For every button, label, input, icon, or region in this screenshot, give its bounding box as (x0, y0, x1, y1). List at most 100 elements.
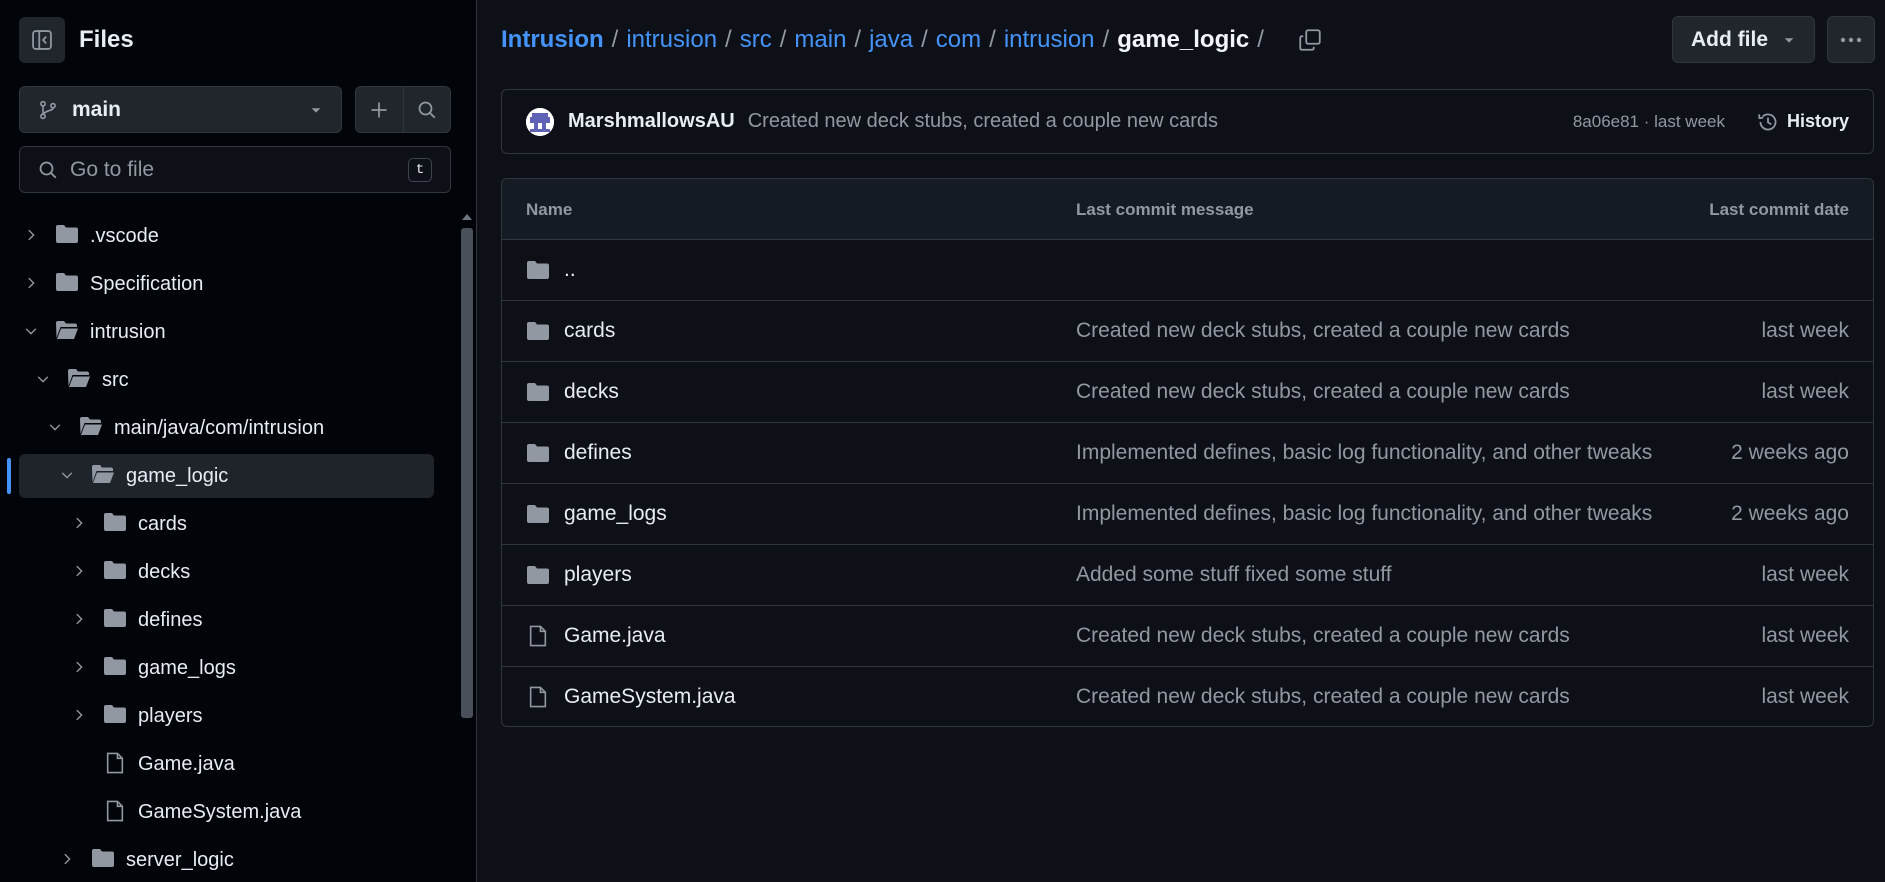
table-row[interactable]: GameSystem.java Created new deck stubs, c… (502, 667, 1873, 726)
column-header-date: Last commit date (1709, 200, 1849, 219)
folder-open-icon (91, 464, 115, 484)
tree-item-src[interactable]: src (19, 358, 434, 402)
sidebar-scrollbar-thumb[interactable] (461, 228, 473, 718)
folder-icon (526, 443, 550, 463)
tree-item-decks[interactable]: decks (19, 550, 434, 594)
tree-item-specification[interactable]: Specification (19, 262, 434, 306)
git-branch-icon (38, 100, 58, 120)
table-row[interactable]: game_logs Implemented defines, basic log … (502, 484, 1873, 545)
file-name-link[interactable]: players (564, 563, 632, 587)
tree-item-label: decks (138, 561, 191, 583)
chevron-down-icon[interactable] (60, 468, 74, 482)
breadcrumb-link[interactable]: com (936, 26, 981, 54)
tree-item-cards[interactable]: cards (19, 502, 434, 546)
commit-message[interactable]: Created new deck stubs, created a couple… (748, 110, 1573, 133)
tree-item-vscode[interactable]: .vscode (19, 214, 434, 258)
table-row[interactable]: players Added some stuff fixed some stuff… (502, 545, 1873, 606)
file-name-link[interactable]: game_logs (564, 502, 667, 526)
sidebar-toggle-button[interactable] (19, 17, 65, 63)
tree-item-players[interactable]: players (19, 694, 434, 738)
add-file-small-button[interactable] (356, 87, 403, 132)
commit-message-link[interactable]: Created new deck stubs, created a couple… (1076, 624, 1570, 648)
triangle-down-icon (1782, 33, 1796, 47)
commit-message-link[interactable]: Added some stuff fixed some stuff (1076, 563, 1392, 587)
chevron-right-icon[interactable] (72, 612, 86, 626)
chevron-right-icon[interactable] (60, 852, 74, 866)
chevron-right-icon[interactable] (72, 660, 86, 674)
chevron-right-icon[interactable] (72, 564, 86, 578)
tree-item-label: GameSystem.java (138, 801, 302, 823)
search-code-button[interactable] (402, 87, 450, 132)
commit-message-link[interactable]: Implemented defines, basic log functiona… (1076, 441, 1652, 465)
go-to-file-field[interactable]: t (19, 146, 451, 193)
table-row[interactable]: Game.java Created new deck stubs, created… (502, 606, 1873, 667)
breadcrumb-link[interactable]: src (740, 26, 772, 54)
file-tree-sidebar: Files main t .vscode Specification intrusi… (0, 0, 477, 882)
scroll-up-icon[interactable] (461, 212, 473, 222)
parent-directory-link[interactable]: .. (564, 258, 576, 282)
breadcrumb-link[interactable]: main (794, 26, 846, 54)
breadcrumb-separator: / (1102, 26, 1110, 53)
commit-date: last week (1761, 624, 1849, 647)
breadcrumb-link[interactable]: java (869, 26, 913, 54)
file-name-link[interactable]: decks (564, 380, 619, 404)
tree-item-game-java[interactable]: Game.java (19, 742, 434, 786)
folder-open-icon (67, 368, 91, 388)
parent-directory-row[interactable]: .. (502, 240, 1873, 301)
tree-item-label: server_logic (126, 849, 234, 871)
file-name-link[interactable]: Game.java (564, 624, 666, 648)
breadcrumb-separator: / (611, 26, 619, 53)
table-row[interactable]: cards Created new deck stubs, created a c… (502, 301, 1873, 362)
chevron-right-icon[interactable] (72, 516, 86, 530)
commit-message-link[interactable]: Implemented defines, basic log functiona… (1076, 502, 1652, 526)
folder-icon (526, 321, 550, 341)
folder-icon (103, 608, 127, 628)
add-file-button[interactable]: Add file (1672, 16, 1815, 63)
table-row[interactable]: decks Created new deck stubs, created a c… (502, 362, 1873, 423)
go-to-file-input[interactable] (70, 157, 408, 182)
table-row[interactable]: defines Implemented defines, basic log fu… (502, 423, 1873, 484)
tree-item-label: Specification (90, 273, 204, 295)
more-options-button[interactable] (1827, 16, 1875, 63)
tree-item-gamesystem-java[interactable]: GameSystem.java (19, 790, 434, 834)
history-button[interactable]: History (1749, 111, 1849, 133)
commit-author[interactable]: MarshmallowsAU (568, 110, 735, 133)
breadcrumb-link[interactable]: intrusion (626, 26, 717, 54)
commit-message-link[interactable]: Created new deck stubs, created a couple… (1076, 685, 1570, 709)
tree-item-game-logic[interactable]: game_logic (19, 454, 434, 498)
chevron-down-icon[interactable] (24, 324, 38, 338)
chevron-down-icon[interactable] (36, 372, 50, 386)
commit-date: 2 weeks ago (1731, 441, 1849, 464)
tree-item-label: Game.java (138, 753, 235, 775)
sidebar-title: Files (79, 26, 134, 53)
folder-open-icon (79, 416, 103, 436)
tree-item-game-logs[interactable]: game_logs (19, 646, 434, 690)
branch-selector-button[interactable]: main (19, 86, 342, 133)
chevron-right-icon[interactable] (72, 708, 86, 722)
latest-commit-bar: MarshmallowsAU Created new deck stubs, c… (501, 89, 1874, 154)
commit-message-link[interactable]: Created new deck stubs, created a couple… (1076, 380, 1570, 404)
commit-message-link[interactable]: Created new deck stubs, created a couple… (1076, 319, 1570, 343)
breadcrumb-separator: / (921, 26, 928, 53)
breadcrumb: Intrusion / intrusion / src / main / java / com / in… (501, 20, 1322, 60)
history-label: History (1786, 111, 1849, 131)
chevron-right-icon[interactable] (24, 276, 38, 290)
main-content: Intrusion / intrusion / src / main / java / com / in… (477, 0, 1885, 882)
avatar[interactable] (526, 107, 554, 136)
add-file-label: Add file (1691, 27, 1768, 51)
breadcrumb-separator: / (854, 26, 862, 53)
chevron-down-icon[interactable] (48, 420, 62, 434)
tree-item-main-java-com-intrusion[interactable]: main/java/com/intrusion (19, 406, 434, 450)
tree-item-defines[interactable]: defines (19, 598, 434, 642)
file-name-link[interactable]: defines (564, 441, 632, 465)
breadcrumb-link[interactable]: intrusion (1004, 26, 1095, 54)
file-name-link[interactable]: GameSystem.java (564, 685, 736, 709)
folder-icon (103, 512, 127, 532)
chevron-right-icon[interactable] (24, 228, 38, 242)
copy-icon[interactable] (1298, 28, 1322, 52)
tree-item-intrusion[interactable]: intrusion (19, 310, 434, 354)
file-name-link[interactable]: cards (564, 319, 615, 343)
commit-hash-time[interactable]: 8a06e81 · last week (1573, 112, 1725, 132)
breadcrumb-repo-link[interactable]: Intrusion (501, 26, 604, 54)
tree-item-server-logic[interactable]: server_logic (19, 838, 434, 882)
